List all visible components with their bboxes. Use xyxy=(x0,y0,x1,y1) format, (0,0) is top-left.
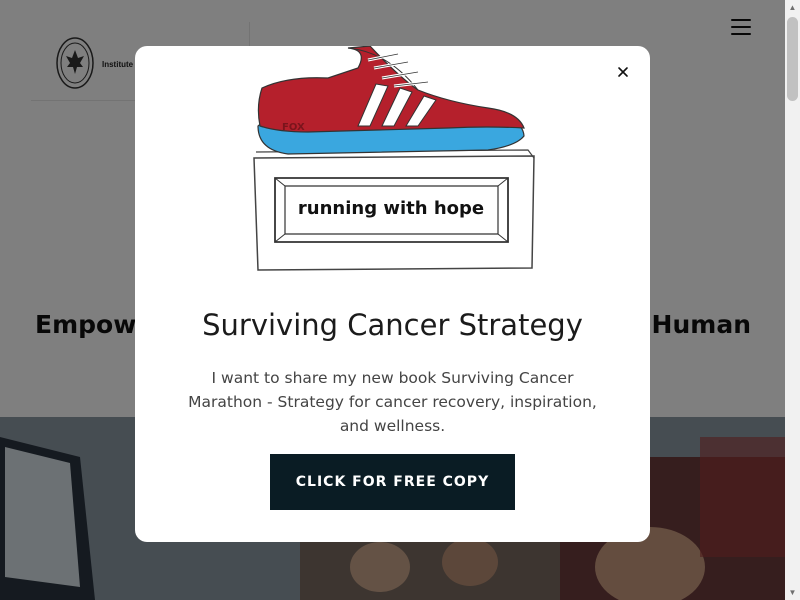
scroll-down-arrow-icon[interactable]: ▼ xyxy=(785,585,800,600)
promo-modal: running with hope FOX Surviving Cancer S… xyxy=(135,45,650,542)
modal-body-text: I want to share my new book Surviving Ca… xyxy=(188,369,597,435)
scrollbar[interactable]: ▲ ▼ xyxy=(785,0,800,600)
modal-title: Surviving Cancer Strategy xyxy=(202,308,583,342)
book-cover-illustration: running with hope FOX xyxy=(248,45,538,274)
scroll-thumb[interactable] xyxy=(787,17,798,101)
close-icon[interactable] xyxy=(613,62,633,82)
shoe-brand-label: FOX xyxy=(282,122,305,133)
scroll-up-arrow-icon[interactable]: ▲ xyxy=(785,0,800,15)
free-copy-button[interactable]: CLICK FOR FREE COPY xyxy=(270,454,515,510)
image-caption: running with hope xyxy=(298,198,484,219)
